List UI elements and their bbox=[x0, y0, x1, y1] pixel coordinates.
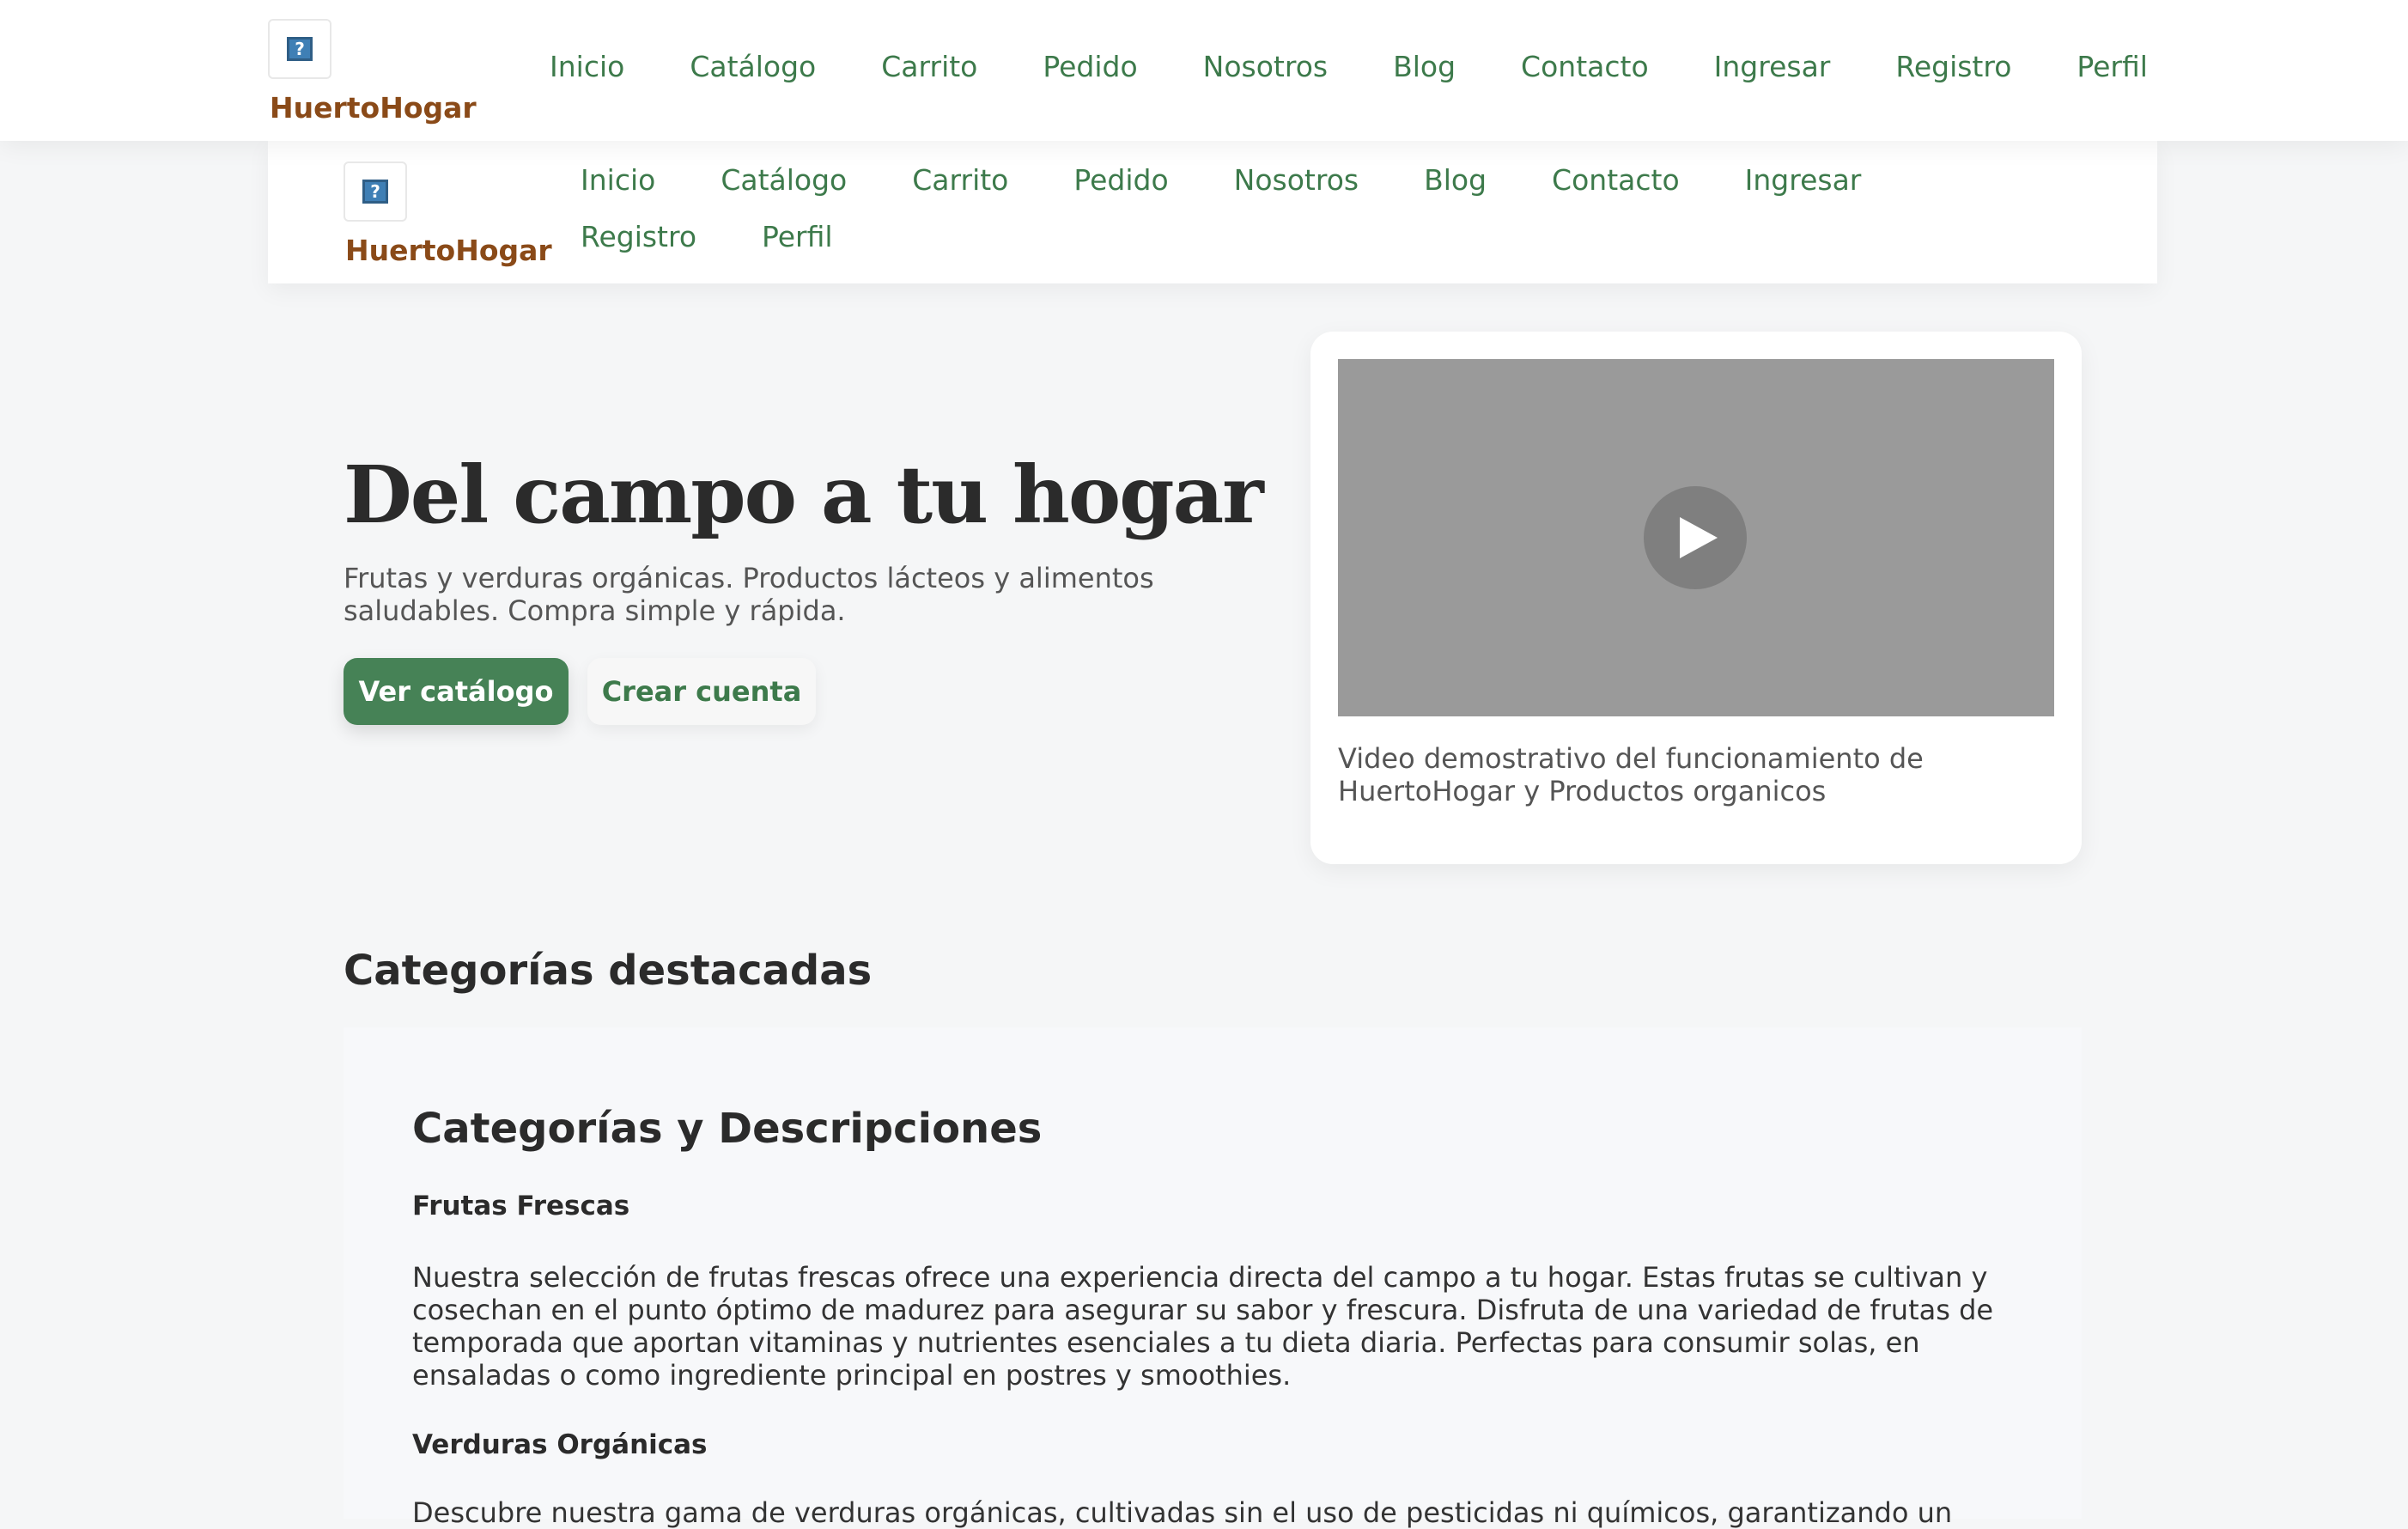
featured-categories-title: Categorías destacadas bbox=[344, 947, 873, 995]
nav-link-catalogo[interactable]: Catálogo bbox=[721, 163, 847, 198]
nav-link-registro[interactable]: Registro bbox=[1895, 50, 2011, 83]
categories-panel-title: Categorías y Descripciones bbox=[412, 1105, 1043, 1153]
video-card: Video demostrativo del funcionamiento de… bbox=[1310, 332, 2082, 864]
nav-link-perfil[interactable]: Perfil bbox=[762, 220, 833, 254]
category-description-fruits: Nuestra selección de frutas frescas ofre… bbox=[412, 1261, 1994, 1392]
broken-image-icon: ? bbox=[268, 19, 331, 79]
categories-panel: Categorías y Descripciones Frutas Fresca… bbox=[344, 1027, 2082, 1529]
nav-link-inicio[interactable]: Inicio bbox=[550, 50, 624, 83]
nav-link-perfil[interactable]: Perfil bbox=[2077, 50, 2148, 83]
nav-link-carrito[interactable]: Carrito bbox=[912, 163, 1008, 198]
brand-name: HuertoHogar bbox=[270, 91, 477, 125]
nav-link-contacto[interactable]: Contacto bbox=[1521, 50, 1649, 83]
brand-logo-link[interactable]: ? HuertoHogar bbox=[268, 19, 477, 125]
nav-link-carrito[interactable]: Carrito bbox=[881, 50, 977, 83]
nav-link-nosotros[interactable]: Nosotros bbox=[1203, 50, 1328, 83]
create-account-button[interactable]: Crear cuenta bbox=[587, 658, 816, 725]
hero-subtitle: Frutas y verduras orgánicas. Productos l… bbox=[344, 562, 1154, 627]
main-nav: Inicio Catálogo Carrito Pedido Nosotros … bbox=[550, 50, 2148, 83]
nav-link-catalogo[interactable]: Catálogo bbox=[690, 50, 816, 83]
nav-link-pedido[interactable]: Pedido bbox=[1043, 50, 1137, 83]
hero-title: Del campo a tu hogar bbox=[344, 448, 1264, 541]
nav-link-ingresar[interactable]: Ingresar bbox=[1714, 50, 1831, 83]
play-button[interactable] bbox=[1644, 486, 1747, 589]
nav-link-nosotros[interactable]: Nosotros bbox=[1234, 163, 1359, 198]
nav-link-ingresar[interactable]: Ingresar bbox=[1745, 163, 1862, 198]
secondary-brand-logo-link[interactable]: ? HuertoHogar bbox=[344, 161, 552, 267]
top-header: ? HuertoHogar Inicio Catálogo Carrito Pe… bbox=[0, 0, 2408, 141]
category-heading-fruits: Frutas Frescas bbox=[412, 1191, 630, 1221]
nav-link-pedido[interactable]: Pedido bbox=[1073, 163, 1168, 198]
nav-link-contacto[interactable]: Contacto bbox=[1552, 163, 1680, 198]
category-heading-vegetables: Verduras Orgánicas bbox=[412, 1429, 708, 1460]
play-icon bbox=[1680, 517, 1718, 558]
broken-image-icon: ? bbox=[344, 161, 407, 222]
secondary-brand-name: HuertoHogar bbox=[345, 234, 552, 267]
view-catalog-button[interactable]: Ver catálogo bbox=[344, 658, 569, 725]
category-description-vegetables: Descubre nuestra gama de verduras orgáni… bbox=[412, 1496, 1953, 1529]
secondary-nav: Inicio Catálogo Carrito Pedido Nosotros … bbox=[581, 163, 2092, 254]
nav-link-blog[interactable]: Blog bbox=[1393, 50, 1456, 83]
video-player[interactable] bbox=[1338, 359, 2054, 716]
nav-link-inicio[interactable]: Inicio bbox=[581, 163, 655, 198]
nav-link-blog[interactable]: Blog bbox=[1424, 163, 1487, 198]
nav-link-registro[interactable]: Registro bbox=[581, 220, 696, 254]
video-caption: Video demostrativo del funcionamiento de… bbox=[1338, 742, 1924, 807]
